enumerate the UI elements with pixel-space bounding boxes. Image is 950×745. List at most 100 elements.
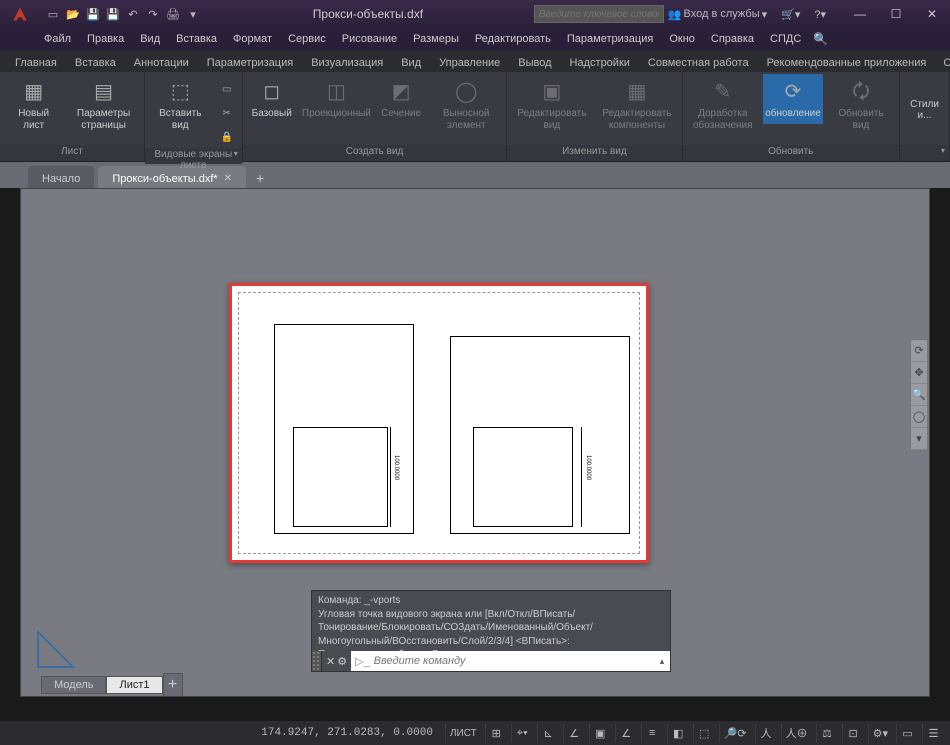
menu-spds[interactable]: СПДС (762, 31, 809, 47)
coordinates-readout[interactable]: 174.9247, 271.0283, 0.0000 (261, 727, 433, 739)
layout-tab-model[interactable]: Модель (41, 676, 106, 694)
menu-insert[interactable]: Вставка (168, 31, 225, 47)
qat-redo-icon[interactable]: ↷ (144, 5, 162, 23)
ribbon-tab-output[interactable]: Вывод (509, 54, 560, 72)
window-title: Прокси-объекты.dxf (202, 7, 534, 21)
menu-tools[interactable]: Сервис (280, 31, 334, 47)
status-bar: 174.9247, 271.0283, 0.0000 ЛИСТ ⊞ ⌖▾ ⊾ ∠… (0, 721, 950, 745)
dim-line-1 (390, 427, 391, 527)
nav-zoom-icon[interactable]: 🔍 (911, 384, 927, 406)
vp-rect-icon[interactable]: ▭ (216, 78, 238, 100)
menu-window[interactable]: Окно (661, 31, 703, 47)
nav-orbit-icon[interactable]: ◯ (911, 406, 927, 428)
doctab-file[interactable]: Прокси-объекты.dxf*✕ (98, 166, 246, 188)
signin-button[interactable]: 👥 Вход в службы ▾ (664, 8, 771, 21)
doctab-add-button[interactable]: + (250, 168, 270, 188)
ribbon-tab-collab[interactable]: Совместная работа (639, 54, 758, 72)
auto-update-button[interactable]: ⟳ обновление (763, 74, 823, 124)
menu-view[interactable]: Вид (132, 31, 168, 47)
sb-annoauto-icon[interactable]: 人⊕ (781, 723, 812, 743)
command-recent-icon[interactable]: ▴ (654, 656, 670, 667)
layout-paper[interactable]: 100.0000 100.0000 (229, 283, 649, 563)
help-icon[interactable]: ?▾ (810, 8, 830, 21)
ribbon-tab-addins[interactable]: Надстройки (561, 54, 639, 72)
command-drag-handle[interactable] (312, 651, 322, 671)
sb-grid-icon[interactable]: ⊞ (485, 723, 507, 743)
qat-more-icon[interactable]: ▾ (184, 5, 202, 23)
ribbon-tab-insert[interactable]: Вставка (66, 54, 125, 72)
doctab-start[interactable]: Начало (28, 166, 94, 188)
maximize-button[interactable]: ☐ (878, 1, 914, 27)
doctab-close-icon[interactable]: ✕ (224, 173, 232, 184)
ucs-icon[interactable] (33, 622, 83, 672)
app-logo[interactable] (6, 2, 34, 26)
sb-snap-icon[interactable]: ⌖▾ (511, 723, 533, 743)
menu-draw[interactable]: Рисование (334, 31, 405, 47)
panel-viewports-label[interactable]: Видовые экраны листа▾ (145, 148, 242, 164)
command-window[interactable]: Команда: _-vports Угловая точка видового… (311, 590, 671, 672)
sb-selection-icon[interactable]: ⬚ (693, 723, 715, 743)
ribbon-tab-annotate[interactable]: Аннотации (125, 54, 198, 72)
sb-customize-icon[interactable]: ☰ (922, 723, 944, 743)
exchange-icon[interactable]: 🛒▾ (777, 8, 804, 21)
menu-edit[interactable]: Правка (79, 31, 132, 47)
sb-polar-icon[interactable]: ∠ (563, 723, 585, 743)
ribbon-tab-featured[interactable]: Рекомендованные приложения (758, 54, 936, 72)
viewport-2[interactable]: 100.0000 (450, 336, 630, 534)
nav-fullnav-icon[interactable]: ⟳ (911, 340, 927, 362)
help-search-input[interactable] (534, 5, 664, 23)
menu-dimension[interactable]: Размеры (405, 31, 467, 47)
viewport-1[interactable]: 100.0000 (274, 324, 414, 534)
panel-styles-dd[interactable]: ▾ (900, 145, 949, 161)
sb-otrack-icon[interactable]: ∠ (615, 723, 637, 743)
qat-open-icon[interactable]: 📂 (64, 5, 82, 23)
qat-saveas-icon[interactable]: 💾 (104, 5, 122, 23)
cmd-close-icon[interactable]: ✕ (326, 655, 335, 668)
ribbon-tab-home[interactable]: Главная (6, 54, 66, 72)
sb-qprops-icon[interactable]: ⊡ (842, 723, 864, 743)
layout-tab-add[interactable]: + (163, 673, 183, 696)
qat-print-icon[interactable]: 🖨 (164, 5, 182, 23)
sb-lineweight-icon[interactable]: ≡ (641, 723, 663, 743)
minimize-button[interactable]: ― (842, 1, 878, 27)
sb-units-icon[interactable]: ⚖ (816, 723, 838, 743)
base-view-button[interactable]: ◻ Базовый (247, 74, 297, 124)
ribbon-tab-view[interactable]: Вид (392, 54, 430, 72)
sb-annovisible-icon[interactable]: 人 (755, 723, 777, 743)
nav-more-icon[interactable]: ▾ (911, 428, 927, 450)
space-toggle[interactable]: ЛИСТ (445, 723, 481, 743)
drawing-area[interactable]: 100.0000 100.0000 ⟳ ✥ 🔍 ◯ ▾ Команда: _-v… (20, 188, 930, 697)
sb-ortho-icon[interactable]: ⊾ (537, 723, 559, 743)
signin-label: Вход в службы (684, 8, 760, 20)
new-layout-button[interactable]: ▦ Новый лист (4, 74, 63, 135)
command-input[interactable] (374, 655, 654, 667)
vp-clip-icon[interactable]: ✂ (216, 102, 238, 124)
page-setup-icon: ▤ (90, 78, 118, 106)
ribbon-tab-manage[interactable]: Управление (430, 54, 509, 72)
menu-format[interactable]: Формат (225, 31, 280, 47)
qat-undo-icon[interactable]: ↶ (124, 5, 142, 23)
layout-tab-sheet1[interactable]: Лист1 (106, 676, 162, 694)
sb-osnap-icon[interactable]: ▣ (589, 723, 611, 743)
cmd-options-icon[interactable]: ⚙ (337, 655, 347, 668)
insert-view-button[interactable]: ⬚ Вставить вид (149, 74, 212, 135)
menu-parametric[interactable]: Параметризация (559, 31, 661, 47)
menu-file[interactable]: Файл (36, 31, 79, 47)
menu-help[interactable]: Справка (703, 31, 762, 47)
close-button[interactable]: ✕ (914, 1, 950, 27)
nav-pan-icon[interactable]: ✥ (911, 362, 927, 384)
page-setup-button[interactable]: ▤ Параметры страницы (67, 74, 140, 135)
ribbon-tab-visualize[interactable]: Визуализация (302, 54, 392, 72)
sb-annoscale-icon[interactable]: 🔎⟳ (719, 723, 751, 743)
ribbon-tab-spds[interactable]: СПДС 2019 (935, 54, 950, 72)
sb-workspace-icon[interactable]: ⚙▾ (868, 723, 892, 743)
sb-clean-icon[interactable]: ▭ (896, 723, 918, 743)
sb-transparency-icon[interactable]: ◧ (667, 723, 689, 743)
qat-new-icon[interactable]: ▭ (44, 5, 62, 23)
ribbon-tab-parametric[interactable]: Параметризация (198, 54, 302, 72)
qat-save-icon[interactable]: 💾 (84, 5, 102, 23)
menu-search-icon[interactable]: 🔍 (813, 32, 828, 46)
vp-lock-icon[interactable]: 🔒 (216, 126, 238, 148)
styles-label[interactable]: Стили и... (904, 99, 945, 121)
menu-modify[interactable]: Редактировать (467, 31, 559, 47)
